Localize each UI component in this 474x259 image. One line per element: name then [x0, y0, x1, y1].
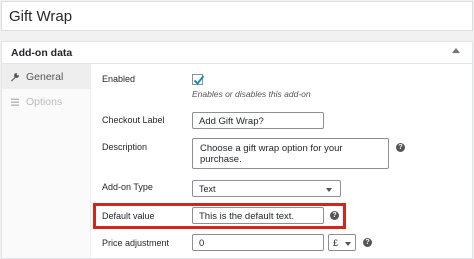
chevron-down-icon	[326, 188, 332, 192]
tab-general[interactable]: General	[2, 64, 90, 89]
wrench-icon	[10, 72, 20, 82]
checkout-label-label: Checkout Label	[102, 115, 165, 125]
list-icon	[10, 97, 20, 107]
tab-options[interactable]: Options	[2, 89, 90, 114]
collapse-arrow-icon[interactable]	[452, 48, 460, 53]
panel-header[interactable]: Add-on data	[2, 42, 472, 64]
enabled-label: Enabled	[102, 74, 136, 84]
product-title-input[interactable]	[1, 1, 473, 31]
default-value-label: Default value	[102, 211, 155, 221]
help-icon: ?	[363, 238, 372, 247]
price-adjustment-label: Price adjustment	[102, 238, 170, 248]
addon-type-select[interactable]: Text	[192, 180, 341, 197]
help-icon: ?	[330, 211, 339, 220]
tab-general-label: General	[26, 70, 64, 83]
currency-value: £	[333, 238, 339, 248]
enabled-checkbox[interactable]	[192, 74, 205, 85]
tab-options-label: Options	[26, 95, 63, 108]
price-adjustment-input[interactable]: 0	[192, 234, 324, 251]
currency-select[interactable]: £	[328, 234, 356, 251]
enabled-description: Enables or disables this add-on	[192, 89, 311, 99]
chevron-down-icon	[345, 242, 351, 246]
panel-tabs: General Options	[2, 64, 91, 258]
addon-type-value: Text	[199, 184, 216, 194]
help-icon: ?	[396, 143, 405, 152]
description-textarea[interactable]: Choose a gift wrap option for your purch…	[192, 138, 389, 169]
addon-type-label: Add-on Type	[102, 182, 153, 192]
panel-title: Add-on data	[11, 47, 73, 59]
checkout-label-input[interactable]: Add Gift Wrap?	[192, 112, 324, 129]
description-label: Description	[102, 142, 148, 152]
default-value-input[interactable]: This is the default text.	[192, 207, 324, 224]
